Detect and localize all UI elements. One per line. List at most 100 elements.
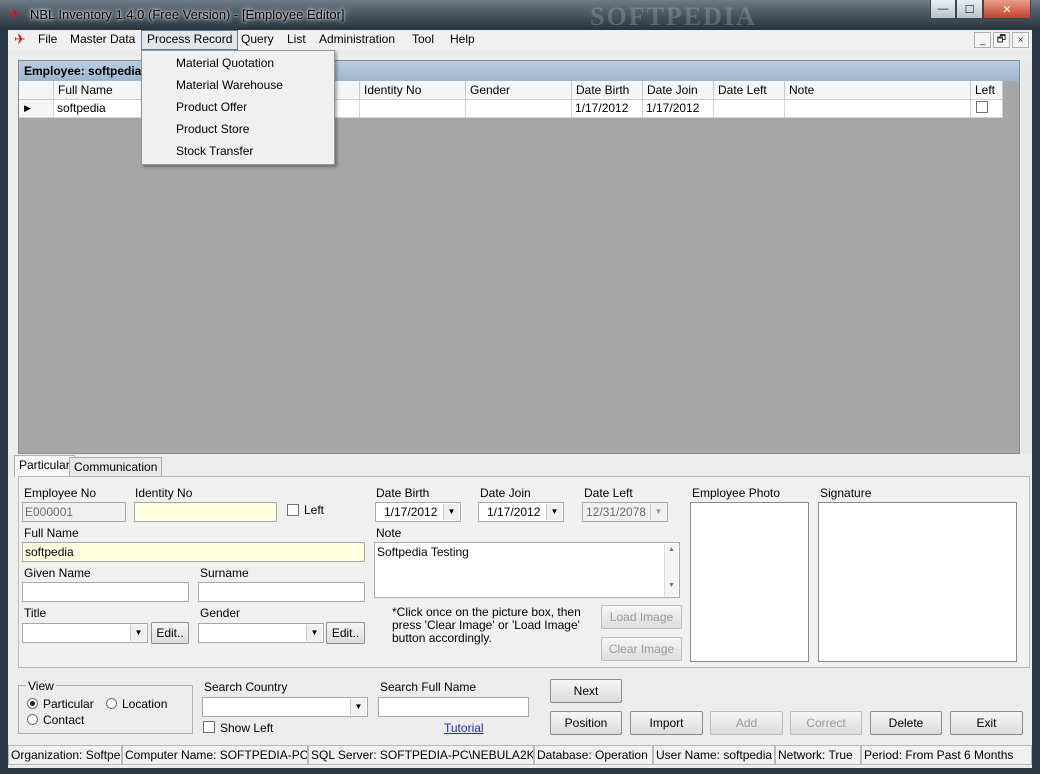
chevron-down-icon: ▼ [650,504,666,520]
chevron-down-icon[interactable]: ▼ [306,625,322,641]
column-date-join[interactable]: Date Join [643,81,714,100]
correct-button[interactable]: Correct [790,711,862,735]
menu-file[interactable]: File [33,30,62,50]
table-row-identity-no[interactable] [360,100,466,118]
note-textarea[interactable]: Softpedia Testing ▲ ▼ [374,542,680,598]
column-date-birth[interactable]: Date Birth [572,81,643,100]
search-country-select[interactable]: ▼ [202,697,368,717]
gender-edit-button[interactable]: Edit.. [326,622,365,644]
menu-item-material-quotation[interactable]: Material Quotation [144,52,332,74]
title-select[interactable]: ▼ [22,623,148,643]
close-button[interactable]: ✕ [983,0,1031,19]
table-row-date-join[interactable]: 1/17/2012 [643,100,714,118]
signature-label: Signature [820,486,872,500]
load-image-button[interactable]: Load Image [601,605,682,629]
menu-query[interactable]: Query [236,30,279,50]
column-note[interactable]: Note [785,81,971,100]
employee-photo-box[interactable] [690,502,809,662]
tab-communication[interactable]: Communication [69,457,163,477]
status-network: Network: True [775,745,861,765]
table-row-left[interactable] [971,100,1003,118]
date-birth-picker[interactable]: 1/17/2012 ▼ [375,502,461,522]
mdi-minimize-button[interactable]: _ [974,32,991,48]
menu-help[interactable]: Help [445,30,480,50]
status-computer-name: Computer Name: SOFTPEDIA-PC [122,745,308,765]
delete-button[interactable]: Delete [870,711,942,735]
status-user-name: User Name: softpedia [653,745,775,765]
surname-label: Surname [200,566,249,580]
grid-scrollbar[interactable] [1021,60,1032,454]
clear-image-button[interactable]: Clear Image [601,637,682,661]
identity-no-field[interactable] [134,502,277,522]
status-sql-server: SQL Server: SOFTPEDIA-PC\NEBULA2K [308,745,534,765]
table-row-date-birth[interactable]: 1/17/2012 [572,100,643,118]
mdi-restore-button[interactable]: 🗗 [993,32,1010,48]
column-date-left[interactable]: Date Left [714,81,785,100]
title-bar: ✈ NBL Inventory 1.4.0 (Free Version) - [… [0,0,1040,31]
title-edit-button[interactable]: Edit.. [151,622,189,644]
menu-item-stock-transfer[interactable]: Stock Transfer [144,140,332,162]
show-left-checkbox[interactable] [203,721,215,733]
full-name-field[interactable]: softpedia [22,542,365,562]
menu-administration[interactable]: Administration [314,30,400,50]
add-button[interactable]: Add [710,711,783,735]
chevron-down-icon[interactable]: ▼ [443,504,459,520]
search-country-label: Search Country [204,680,288,694]
surname-field[interactable] [198,582,365,602]
column-left[interactable]: Left [971,81,1003,100]
mdi-app-icon[interactable]: ✈ [14,31,26,48]
gender-label: Gender [200,606,241,620]
show-left-label: Show Left [220,721,274,735]
status-organization: Organization: Softpedia [8,745,122,765]
chevron-down-icon[interactable]: ▼ [350,699,366,715]
column-gender[interactable]: Gender [466,81,572,100]
minimize-button[interactable]: — [930,0,956,19]
grid-row-header-corner [19,81,54,100]
note-scrollbar[interactable]: ▲ ▼ [664,544,678,596]
app-icon: ✈ [8,7,22,24]
position-button[interactable]: Position [550,711,622,735]
image-hint: *Click once on the picture box, then pre… [392,605,581,645]
menu-master-data[interactable]: Master Data [65,30,140,50]
left-checkbox-label: Left [304,503,325,517]
view-particular-radio[interactable] [27,698,38,709]
import-button[interactable]: Import [630,711,703,735]
search-full-name-input[interactable] [378,697,529,717]
menu-item-material-warehouse[interactable]: Material Warehouse [144,74,332,96]
chevron-down-icon[interactable]: ▼ [546,504,562,520]
tutorial-link[interactable]: Tutorial [444,721,484,735]
view-location-radio[interactable] [106,698,117,709]
menu-process-record[interactable]: Process Record [141,30,239,50]
chevron-down-icon[interactable]: ▼ [130,625,146,641]
employee-photo-label: Employee Photo [692,486,781,500]
date-join-value: 1/17/2012 [487,505,541,519]
left-checkbox[interactable] [287,504,299,516]
next-button[interactable]: Next [550,679,622,703]
column-identity-no[interactable]: Identity No [360,81,466,100]
status-database: Database: Operation [534,745,653,765]
menu-item-product-offer[interactable]: Product Offer [144,96,332,118]
employee-no-field[interactable]: E000001 [22,502,126,522]
row-left-checkbox[interactable] [976,101,988,113]
menu-item-product-store[interactable]: Product Store [144,118,332,140]
gender-select[interactable]: ▼ [198,623,324,643]
tab-particular[interactable]: Particular [14,455,75,477]
menu-list[interactable]: List [282,30,311,50]
view-label: View [26,679,56,693]
exit-button[interactable]: Exit [950,711,1023,735]
identity-no-label: Identity No [135,486,193,500]
table-row-gender[interactable] [466,100,572,118]
table-row-note[interactable] [785,100,971,118]
view-contact-label: Contact [43,713,85,727]
row-marker[interactable]: ▶ [19,100,54,118]
view-contact-radio[interactable] [27,714,38,725]
table-row-date-left[interactable] [714,100,785,118]
signature-box[interactable] [818,502,1017,662]
date-join-picker[interactable]: 1/17/2012 ▼ [478,502,564,522]
menu-tool[interactable]: Tool [407,30,439,50]
mdi-close-button[interactable]: × [1012,32,1029,48]
maximize-button[interactable]: ☐ [956,0,983,19]
given-name-field[interactable] [22,582,189,602]
window-title: NBL Inventory 1.4.0 (Free Version) - [Em… [30,7,345,22]
title-label: Title [24,606,47,620]
